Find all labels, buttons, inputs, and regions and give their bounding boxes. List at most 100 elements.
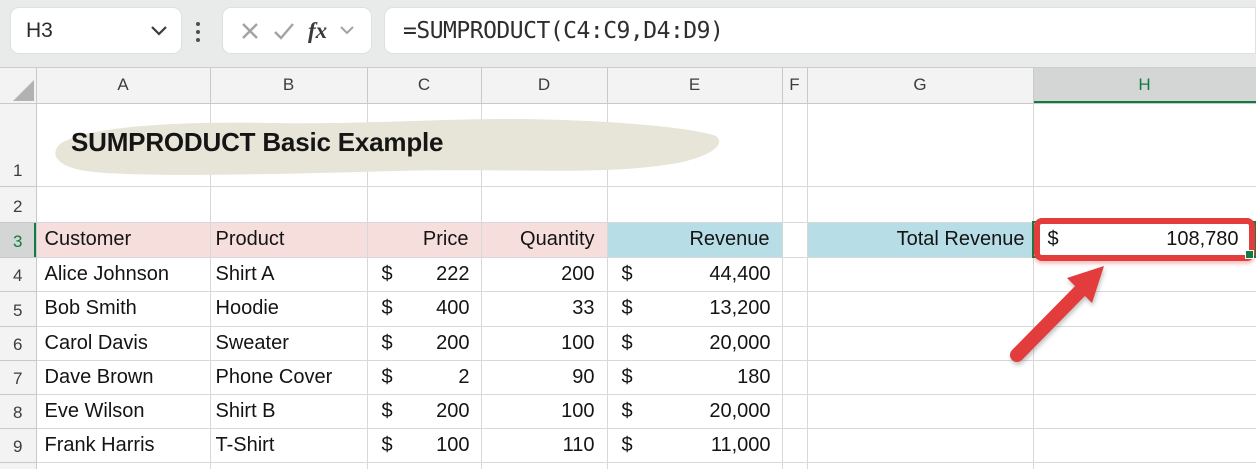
cell[interactable] — [367, 462, 482, 469]
cell-price[interactable]: $200 — [367, 394, 482, 429]
cell-f2[interactable] — [782, 186, 808, 223]
cell-g1[interactable] — [807, 103, 1034, 187]
column-header-c[interactable]: C — [367, 68, 482, 104]
column-header-b[interactable]: B — [210, 68, 368, 104]
cell-quantity[interactable]: 100 — [481, 326, 608, 361]
cell-revenue[interactable]: $44,400 — [607, 257, 783, 292]
cell-price[interactable]: $200 — [367, 326, 482, 361]
cell-h1[interactable] — [1033, 103, 1256, 187]
cell-customer[interactable]: Frank Harris — [36, 428, 211, 463]
cell-h7[interactable] — [1033, 360, 1256, 395]
cell-h9[interactable] — [1033, 428, 1256, 463]
cell-revenue[interactable]: $13,200 — [607, 291, 783, 327]
cell-product[interactable]: Shirt B — [210, 394, 368, 429]
cell-h5[interactable] — [1033, 291, 1256, 327]
cell-revenue[interactable]: $20,000 — [607, 394, 783, 429]
cell-customer[interactable]: Dave Brown — [36, 360, 211, 395]
cell-b2[interactable] — [210, 186, 368, 223]
formula-bar[interactable]: =SUMPRODUCT(C4:C9,D4:D9) — [384, 7, 1256, 54]
cell-quantity[interactable]: 33 — [481, 291, 608, 327]
cell[interactable] — [1033, 462, 1256, 469]
header-cell-price[interactable]: Price — [367, 222, 482, 258]
cell-g7[interactable] — [807, 360, 1034, 395]
column-header-e[interactable]: E — [607, 68, 783, 104]
cell-f9[interactable] — [782, 428, 808, 463]
cell-h8[interactable] — [1033, 394, 1256, 429]
cell-revenue[interactable]: $11,000 — [607, 428, 783, 463]
cell-customer[interactable]: Alice Johnson — [36, 257, 211, 292]
cell-c2[interactable] — [367, 186, 482, 223]
cell-quantity[interactable]: 100 — [481, 394, 608, 429]
row-header-1[interactable]: 1 — [0, 103, 37, 187]
cell-product[interactable]: T-Shirt — [210, 428, 368, 463]
cell-quantity[interactable]: 200 — [481, 257, 608, 292]
cell-e2[interactable] — [607, 186, 783, 223]
column-header-d[interactable]: D — [481, 68, 608, 104]
name-box[interactable]: H3 — [10, 7, 182, 54]
header-cell-product[interactable]: Product — [210, 222, 368, 258]
cell-f1[interactable] — [782, 103, 808, 187]
cell-product[interactable]: Hoodie — [210, 291, 368, 327]
row-header-9[interactable]: 9 — [0, 428, 37, 463]
cell-f8[interactable] — [782, 394, 808, 429]
header-cell-revenue[interactable]: Revenue — [607, 222, 783, 258]
cell-h2[interactable] — [1033, 186, 1256, 223]
cancel-icon[interactable] — [240, 21, 260, 41]
cell-product[interactable]: Phone Cover — [210, 360, 368, 395]
cell[interactable] — [807, 462, 1034, 469]
row-header-8[interactable]: 8 — [0, 394, 37, 429]
cell-g6[interactable] — [807, 326, 1034, 361]
cell-g9[interactable] — [807, 428, 1034, 463]
cell-price[interactable]: $400 — [367, 291, 482, 327]
cell-d1[interactable] — [481, 103, 608, 187]
cell-customer[interactable]: Carol Davis — [36, 326, 211, 361]
header-cell-customer[interactable]: Customer — [36, 222, 211, 258]
cell-f7[interactable] — [782, 360, 808, 395]
row-header-5[interactable]: 5 — [0, 291, 37, 327]
column-header-h-selected[interactable]: H — [1033, 68, 1256, 104]
cell[interactable] — [36, 462, 211, 469]
row-header-2[interactable]: 2 — [0, 186, 37, 223]
cell-g8[interactable] — [807, 394, 1034, 429]
cell-f4[interactable] — [782, 257, 808, 292]
total-revenue-cell[interactable]: $ 108,780 — [1033, 222, 1256, 258]
cell-g4[interactable] — [807, 257, 1034, 292]
row-header-6[interactable]: 6 — [0, 326, 37, 361]
cell-product[interactable]: Shirt A — [210, 257, 368, 292]
cell[interactable] — [481, 462, 608, 469]
cell-f5[interactable] — [782, 291, 808, 327]
row-header-partial[interactable] — [0, 462, 37, 469]
cell-revenue[interactable]: $20,000 — [607, 326, 783, 361]
cell-h6[interactable] — [1033, 326, 1256, 361]
row-header-4[interactable]: 4 — [0, 257, 37, 292]
cell-revenue[interactable]: $180 — [607, 360, 783, 395]
cell-f3[interactable] — [782, 222, 808, 258]
cell-a2[interactable] — [36, 186, 211, 223]
column-header-g[interactable]: G — [807, 68, 1034, 104]
cell-g5[interactable] — [807, 291, 1034, 327]
cell[interactable] — [210, 462, 368, 469]
select-all-button[interactable] — [0, 68, 37, 104]
cell-price[interactable]: $100 — [367, 428, 482, 463]
cell-quantity[interactable]: 90 — [481, 360, 608, 395]
cell-price[interactable]: $2 — [367, 360, 482, 395]
column-header-a[interactable]: A — [36, 68, 211, 104]
insert-function-icon[interactable]: fx — [308, 18, 327, 44]
cell-quantity[interactable]: 110 — [481, 428, 608, 463]
column-header-f[interactable]: F — [782, 68, 808, 104]
chevron-down-icon[interactable] — [340, 26, 355, 35]
cell-customer[interactable]: Bob Smith — [36, 291, 211, 327]
total-revenue-label[interactable]: Total Revenue — [807, 222, 1034, 258]
cell-d2[interactable] — [481, 186, 608, 223]
cell-e1[interactable] — [607, 103, 783, 187]
row-header-7[interactable]: 7 — [0, 360, 37, 395]
enter-check-icon[interactable] — [273, 22, 295, 40]
cell-product[interactable]: Sweater — [210, 326, 368, 361]
cell-price[interactable]: $222 — [367, 257, 482, 292]
cell[interactable] — [607, 462, 783, 469]
cell-f6[interactable] — [782, 326, 808, 361]
cell-g2[interactable] — [807, 186, 1034, 223]
cell[interactable] — [782, 462, 808, 469]
chevron-down-icon[interactable] — [150, 25, 168, 36]
header-cell-quantity[interactable]: Quantity — [481, 222, 608, 258]
